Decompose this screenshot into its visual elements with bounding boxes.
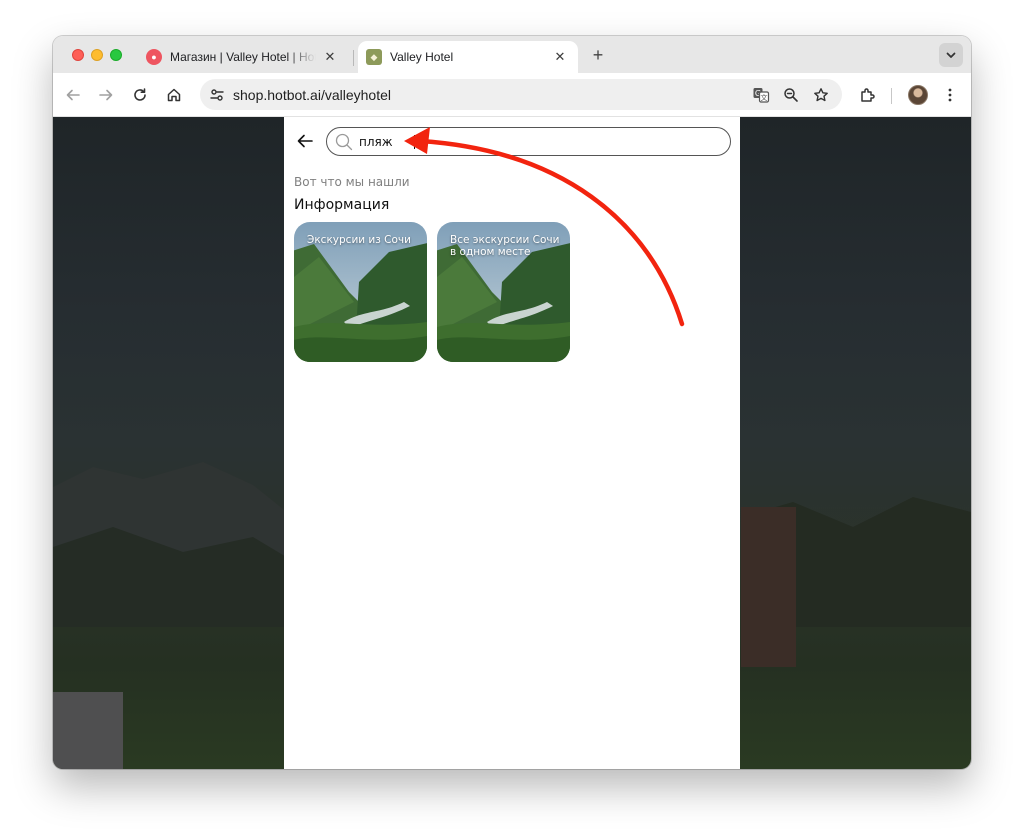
tab-hotbot-shop[interactable]: ● Магазин | Valley Hotel | Hotbot ✕ bbox=[138, 41, 348, 73]
card-label: Экскурсии из Сочи bbox=[307, 234, 411, 246]
url-text: shop.hotbot.ai/valleyhotel bbox=[233, 87, 391, 103]
more-vertical-icon bbox=[948, 88, 952, 102]
svg-text:文: 文 bbox=[761, 93, 768, 102]
search-input[interactable] bbox=[359, 132, 719, 152]
back-button[interactable] bbox=[61, 83, 85, 107]
tab-search-button[interactable] bbox=[939, 43, 963, 67]
back-button[interactable] bbox=[294, 130, 316, 152]
tab-valley-hotel[interactable]: ◆ Valley Hotel ✕ bbox=[358, 41, 578, 73]
reload-icon bbox=[134, 88, 146, 101]
info-card[interactable]: Экскурсии из Сочи bbox=[294, 222, 427, 362]
translate-button[interactable]: G文 bbox=[750, 84, 772, 106]
star-icon bbox=[814, 88, 828, 102]
home-button[interactable] bbox=[162, 83, 186, 107]
info-card[interactable]: Все экскурсии Сочи в одном месте bbox=[437, 222, 570, 362]
card-label: Все экскурсии Сочи в одном месте bbox=[450, 234, 560, 258]
browser-toolbar: shop.hotbot.ai/valleyhotel G文 bbox=[53, 73, 971, 117]
tab-bar: ● Магазин | Valley Hotel | Hotbot ✕ ◆ Va… bbox=[53, 36, 971, 73]
extensions-button[interactable] bbox=[855, 83, 879, 107]
page-viewport: Вот что мы нашли Информация Экскурсии из… bbox=[53, 117, 971, 769]
close-tab-icon[interactable]: ✕ bbox=[322, 49, 338, 65]
close-tab-icon[interactable]: ✕ bbox=[552, 49, 568, 65]
forward-button[interactable] bbox=[94, 83, 118, 107]
menu-button[interactable] bbox=[938, 83, 962, 107]
home-icon bbox=[167, 88, 181, 102]
search-icon bbox=[335, 133, 353, 151]
site-settings-button[interactable] bbox=[206, 84, 228, 106]
tab-title: Valley Hotel bbox=[390, 50, 454, 64]
address-bar[interactable]: shop.hotbot.ai/valleyhotel G文 bbox=[200, 79, 842, 110]
zoom-out-icon bbox=[784, 88, 798, 102]
tab-separator bbox=[353, 50, 354, 66]
puzzle-icon bbox=[860, 87, 875, 102]
chevron-down-icon bbox=[946, 52, 956, 58]
browser-window: ● Магазин | Valley Hotel | Hotbot ✕ ◆ Va… bbox=[53, 36, 971, 769]
valley-hotel-icon: ◆ bbox=[366, 49, 382, 65]
hotbot-flame-icon: ● bbox=[146, 49, 162, 65]
bookmark-button[interactable] bbox=[810, 84, 832, 106]
profile-avatar[interactable] bbox=[908, 85, 928, 105]
minimize-window-button[interactable] bbox=[91, 49, 103, 61]
arrow-left-icon bbox=[66, 89, 80, 101]
text-cursor bbox=[414, 135, 415, 149]
search-panel: Вот что мы нашли Информация Экскурсии из… bbox=[284, 117, 740, 769]
background-house bbox=[53, 692, 123, 769]
zoom-button[interactable] bbox=[780, 84, 802, 106]
search-field[interactable] bbox=[326, 127, 731, 156]
tab-title: Магазин | Valley Hotel | Hotbot bbox=[170, 50, 316, 64]
reload-button[interactable] bbox=[128, 83, 152, 107]
section-title: Информация bbox=[294, 197, 390, 213]
arrow-right-icon bbox=[99, 89, 113, 101]
toolbar-divider bbox=[891, 88, 892, 104]
close-window-button[interactable] bbox=[72, 49, 84, 61]
results-caption: Вот что мы нашли bbox=[294, 175, 410, 189]
new-tab-button[interactable]: + bbox=[587, 44, 609, 66]
tune-icon bbox=[210, 89, 224, 101]
translate-icon: G文 bbox=[753, 88, 770, 103]
zoom-window-button[interactable] bbox=[110, 49, 122, 61]
background-house bbox=[741, 507, 796, 667]
arrow-left-icon bbox=[297, 134, 313, 148]
